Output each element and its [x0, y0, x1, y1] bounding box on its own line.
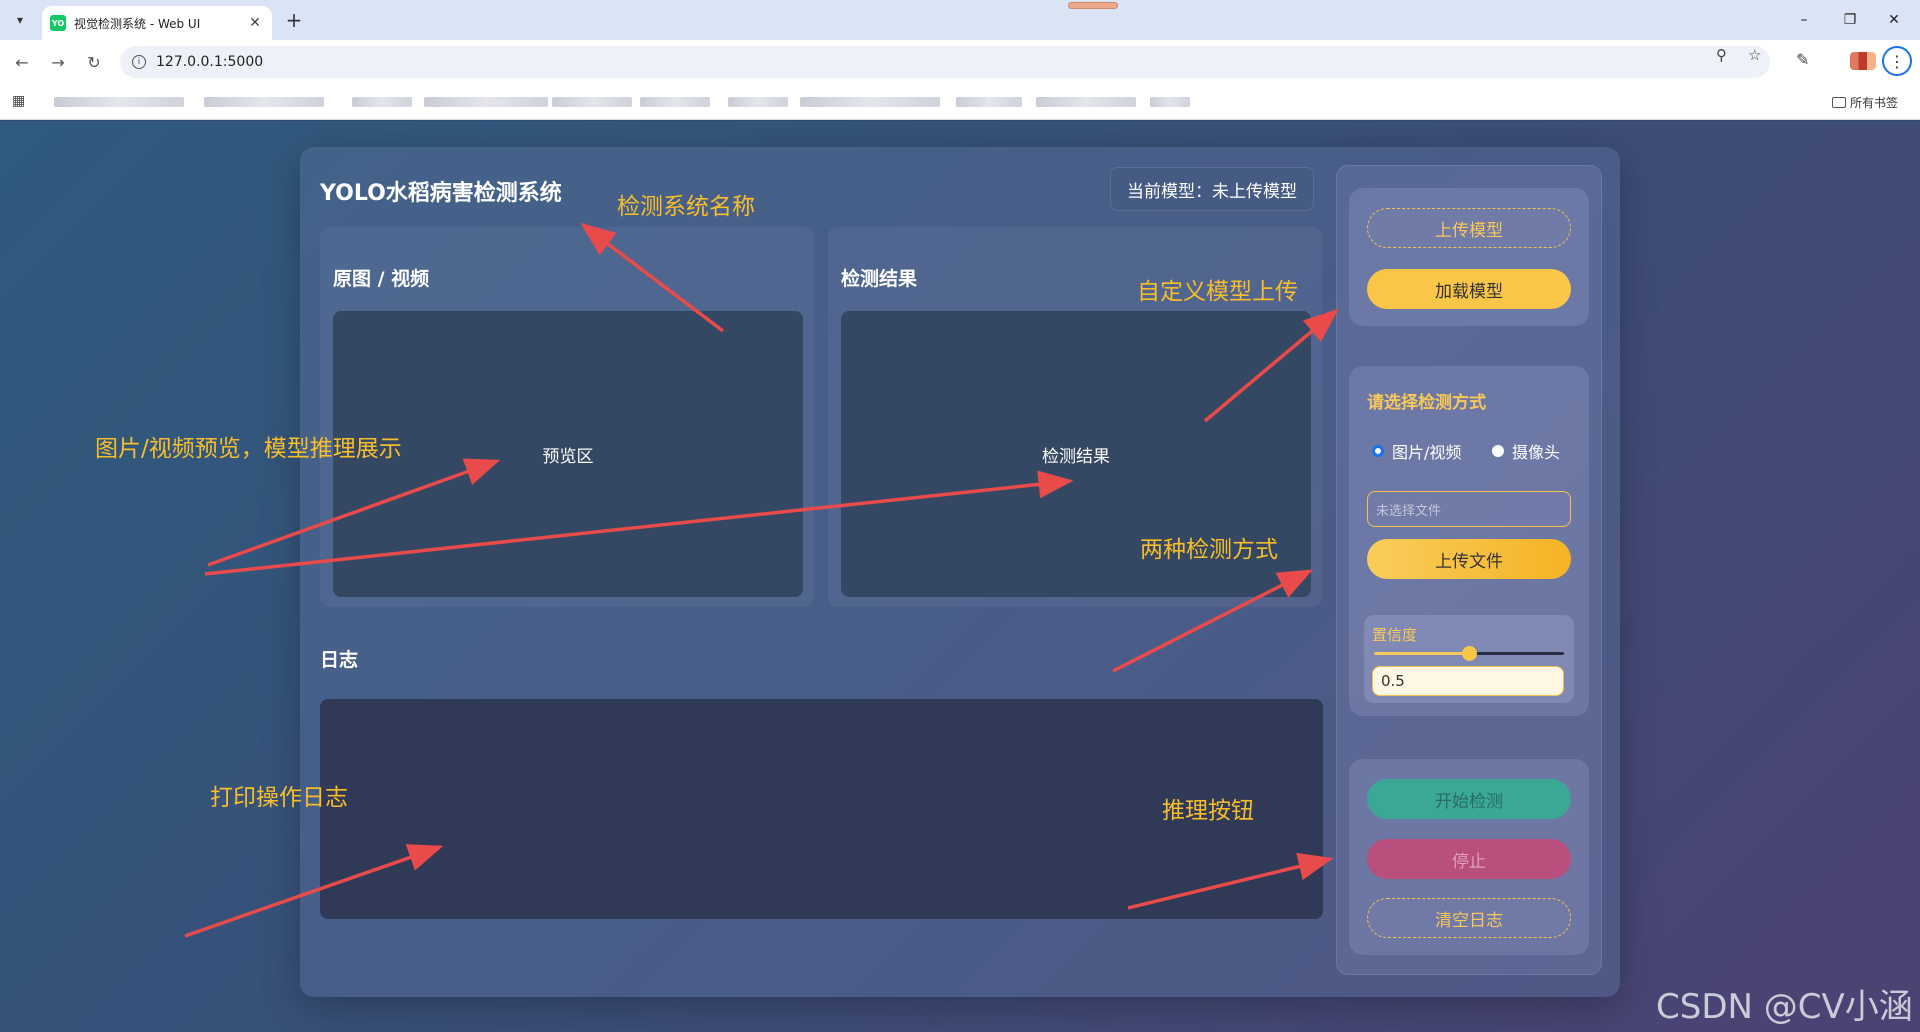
confidence-slider[interactable] [1374, 646, 1564, 661]
annotation-system-name: 检测系统名称 [617, 194, 755, 220]
apps-icon[interactable]: ▦ [12, 93, 25, 109]
url-text: 127.0.0.1:5000 [156, 54, 264, 70]
back-icon[interactable]: ← [10, 50, 34, 74]
annotation-custom-model: 自定义模型上传 [1137, 279, 1298, 305]
bookmark-item[interactable] [640, 97, 710, 107]
browser-tab[interactable]: YO 视觉检测系统 - Web UI ✕ [42, 6, 272, 40]
star-icon[interactable]: ☆ [1748, 46, 1761, 64]
confidence-label: 置信度 [1372, 626, 1418, 644]
mode-section-title: 请选择检测方式 [1367, 393, 1486, 413]
tab-list-icon[interactable]: ▾ [8, 8, 32, 32]
info-icon[interactable]: i [132, 55, 146, 69]
window-close-icon[interactable]: ✕ [1874, 6, 1914, 34]
slider-thumb[interactable] [1461, 646, 1477, 661]
radio-selected-icon [1372, 445, 1384, 457]
watermark: CSDN @CV小涵 [1656, 987, 1913, 1027]
page-viewport: YOLO水稻病害检测系统 当前模型：未上传模型 原图 / 视频 预览区 检测结果… [0, 121, 1920, 1032]
annotation-log: 打印操作日志 [210, 785, 348, 811]
forward-icon[interactable]: → [46, 50, 70, 74]
result-panel-title: 检测结果 [841, 268, 918, 290]
bookmark-item[interactable] [352, 97, 412, 107]
tab-title: 视觉检测系统 - Web UI [74, 16, 201, 31]
extensions-icon[interactable]: ✎ [1796, 50, 1809, 69]
page-title: YOLO水稻病害检测系统 [320, 181, 562, 206]
upload-file-button[interactable]: 上传文件 [1367, 539, 1571, 579]
minimize-icon[interactable]: – [1784, 6, 1824, 34]
radio-label: 摄像头 [1512, 443, 1561, 462]
start-detection-button[interactable]: 开始检测 [1367, 779, 1571, 819]
radio-camera[interactable]: 摄像头 [1492, 439, 1560, 463]
clear-log-button[interactable]: 清空日志 [1367, 898, 1571, 938]
radio-image-video[interactable]: 图片/视频 [1372, 439, 1461, 463]
all-bookmarks-button[interactable]: 所有书签 [1832, 94, 1898, 111]
reload-icon[interactable]: ↻ [82, 50, 106, 74]
bookmark-item[interactable] [800, 97, 940, 107]
bookmarks-bar: ▦ 所有书签 [0, 84, 1920, 120]
annotation-modes: 两种检测方式 [1140, 537, 1278, 563]
bookmark-item[interactable] [552, 97, 632, 107]
annotation-preview: 图片/视频预览，模型推理展示 [95, 436, 402, 462]
bookmark-item[interactable] [1036, 97, 1136, 107]
favicon-icon: YO [50, 15, 66, 31]
zoom-icon[interactable]: ⚲ [1716, 46, 1727, 64]
plus-icon[interactable]: + [282, 8, 306, 32]
browser-tab-bar: ▾ YO 视觉检测系统 - Web UI ✕ + – ❐ ✕ [0, 0, 1920, 40]
radio-label: 图片/视频 [1392, 443, 1462, 462]
load-model-button[interactable]: 加载模型 [1367, 269, 1571, 309]
restore-icon[interactable]: ❐ [1830, 6, 1870, 34]
upload-model-button[interactable]: 上传模型 [1367, 208, 1571, 248]
log-title: 日志 [320, 649, 359, 671]
bookmark-item[interactable] [1150, 97, 1190, 107]
radio-unselected-icon [1492, 445, 1504, 457]
bookmark-item[interactable] [956, 97, 1022, 107]
folder-icon [1832, 97, 1846, 108]
bookmark-item[interactable] [424, 97, 548, 107]
all-bookmarks-label: 所有书签 [1850, 96, 1899, 110]
confidence-input[interactable]: 0.5 [1372, 666, 1564, 696]
stop-button[interactable]: 停止 [1367, 839, 1571, 879]
preview-area: 预览区 [333, 311, 803, 597]
model-status-badge: 当前模型：未上传模型 [1110, 167, 1314, 211]
slider-fill [1374, 652, 1469, 655]
bookmark-item[interactable] [728, 97, 788, 107]
window-drag-handle[interactable] [1068, 2, 1118, 9]
bookmark-item[interactable] [204, 97, 324, 107]
url-input[interactable]: i 127.0.0.1:5000 [120, 46, 1770, 78]
annotation-infer: 推理按钮 [1162, 798, 1254, 824]
avatar[interactable] [1850, 52, 1876, 70]
bookmark-item[interactable] [54, 97, 184, 107]
menu-icon[interactable]: ⋮ [1882, 46, 1912, 76]
source-panel-title: 原图 / 视频 [333, 268, 430, 290]
address-bar-row: ← → ↻ i 127.0.0.1:5000 ⚲ ☆ [0, 40, 1920, 84]
close-icon[interactable]: ✕ [246, 15, 264, 31]
file-input[interactable]: 未选择文件 [1367, 491, 1571, 527]
